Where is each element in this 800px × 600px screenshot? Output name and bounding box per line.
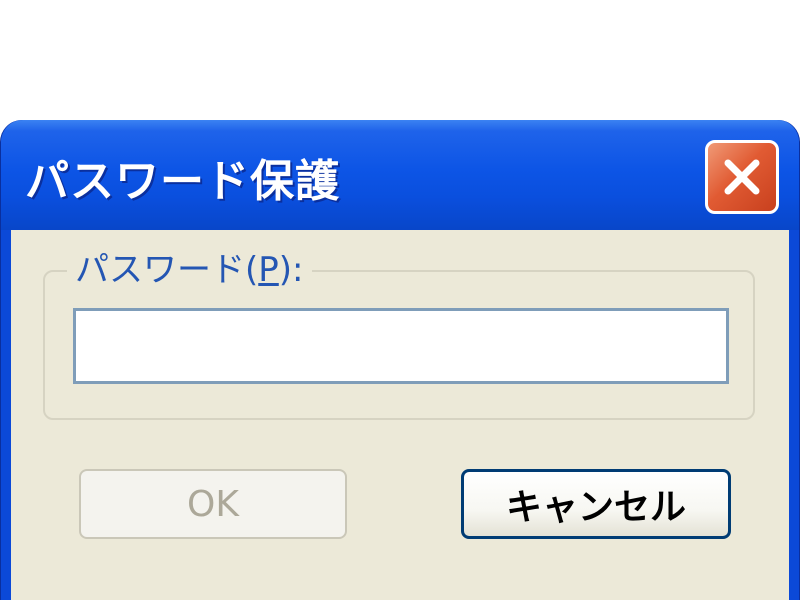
password-label-accelerator: P <box>258 250 279 290</box>
password-label-prefix: パスワード( <box>75 250 259 290</box>
password-label: パスワード(P): <box>67 248 312 292</box>
close-button[interactable] <box>705 140 779 214</box>
ok-button[interactable]: OK <box>79 469 347 539</box>
password-groupbox: パスワード(P): <box>43 248 755 420</box>
ok-button-label: OK <box>187 483 239 525</box>
cancel-button-label: キャンセル <box>505 487 686 528</box>
password-input[interactable] <box>73 308 729 384</box>
title-bar[interactable]: パスワード保護 <box>1 120 799 230</box>
dialog-body: パスワード(P): OK キャンセル <box>11 230 789 600</box>
cancel-button[interactable]: キャンセル <box>461 469 731 539</box>
password-label-suffix: ): <box>278 250 304 290</box>
dialog-window: パスワード保護 パスワード(P): OK キャンセル <box>0 120 800 600</box>
close-icon <box>724 159 760 195</box>
window-title: パスワード保護 <box>25 156 340 207</box>
